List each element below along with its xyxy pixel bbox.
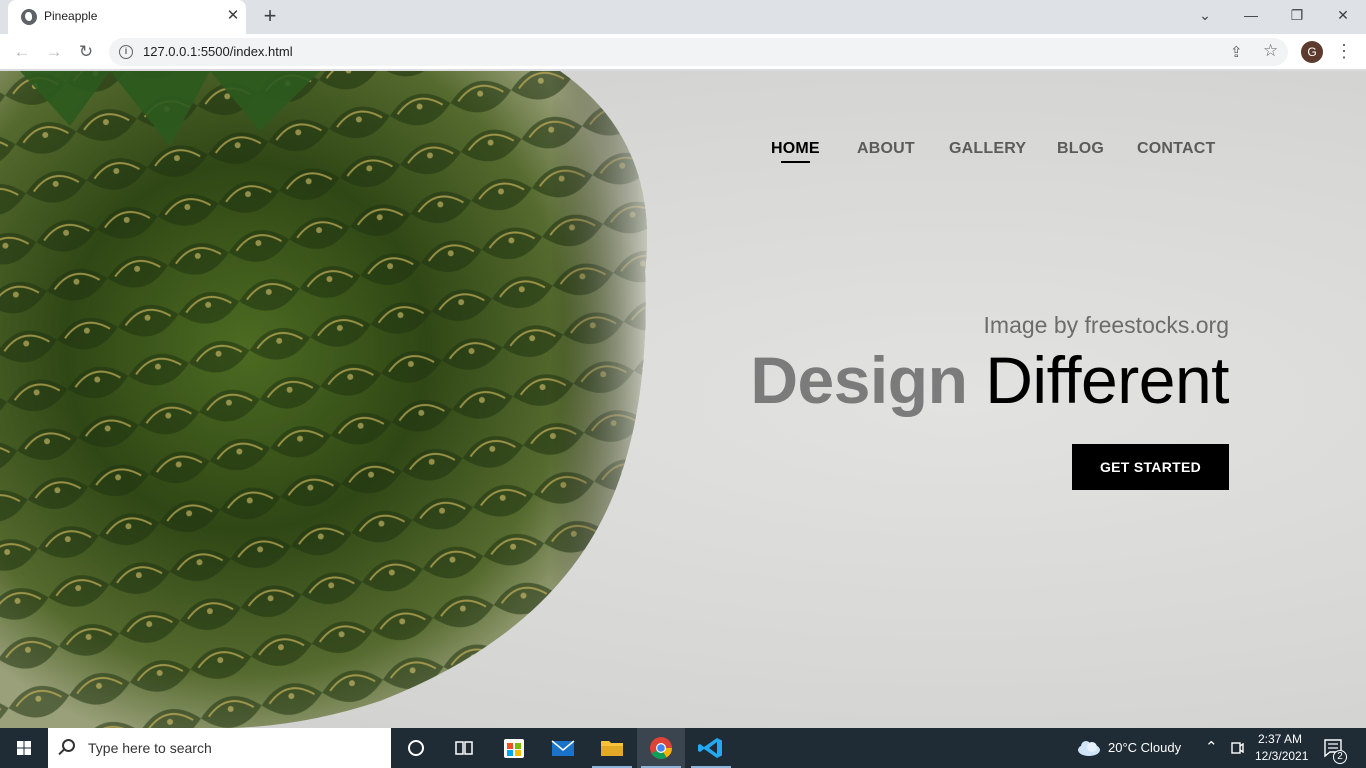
cortana-circle-icon <box>408 740 424 756</box>
task-view-button[interactable] <box>440 728 488 768</box>
url-text[interactable]: 127.0.0.1:5500/index.html <box>143 44 293 59</box>
mail-icon <box>551 740 575 756</box>
tab-search-chevron-icon[interactable]: ⌄ <box>1182 0 1228 32</box>
windows-taskbar: Type here to search 20°C Cloudy ⌃ 2:37 A… <box>0 728 1366 768</box>
bookmark-star-icon[interactable]: ☆ <box>1263 41 1278 61</box>
weather-text[interactable]: 20°C Cloudy <box>1108 740 1181 755</box>
notification-badge: 2 <box>1333 750 1347 764</box>
cloudy-weather-icon <box>1078 741 1100 756</box>
site-info-icon[interactable]: i <box>119 45 133 59</box>
search-icon <box>62 739 75 752</box>
get-started-button[interactable]: GET STARTED <box>1072 444 1229 490</box>
tab-title: Pineapple <box>44 9 98 23</box>
minimize-button[interactable]: — <box>1228 0 1274 32</box>
nav-blog[interactable]: BLOG <box>1057 140 1104 158</box>
browser-menu-icon[interactable]: ⋮ <box>1334 40 1354 62</box>
close-tab-icon[interactable]: ✕ <box>224 7 242 25</box>
meet-now-icon[interactable] <box>1230 740 1244 756</box>
address-bar[interactable]: i 127.0.0.1:5500/index.html ⇪ ☆ <box>109 38 1288 66</box>
nav-home[interactable]: HOME <box>771 140 820 163</box>
nav-gallery[interactable]: GALLERY <box>949 140 1026 158</box>
browser-tab[interactable]: Pineapple ✕ <box>8 0 246 34</box>
close-window-button[interactable]: ✕ <box>1320 0 1366 32</box>
browser-toolbar: ← → ↻ i 127.0.0.1:5500/index.html ⇪ ☆ G … <box>0 34 1366 70</box>
new-tab-button[interactable]: + <box>259 5 281 27</box>
start-button[interactable] <box>0 728 48 768</box>
vscode-icon <box>698 738 722 758</box>
search-placeholder: Type here to search <box>88 740 212 756</box>
hero-headline: Design Different <box>750 342 1229 418</box>
taskbar-store[interactable] <box>490 728 538 768</box>
taskbar-mail[interactable] <box>539 728 587 768</box>
image-credit: Image by freestocks.org <box>983 312 1229 338</box>
taskbar-vscode[interactable] <box>687 728 735 768</box>
page-viewport: HOME ABOUT GALLERY BLOG CONTACT Image by… <box>0 71 1366 728</box>
headline-rest: Different <box>985 343 1229 417</box>
site-nav: HOME ABOUT GALLERY BLOG CONTACT <box>0 140 1366 163</box>
restore-button[interactable]: ❐ <box>1274 0 1320 32</box>
taskbar-chrome[interactable] <box>637 728 685 768</box>
back-button[interactable]: ← <box>10 40 34 64</box>
headline-strong: Design <box>750 343 968 417</box>
task-view-icon <box>455 741 473 755</box>
windows-logo-icon <box>17 741 31 755</box>
nav-about[interactable]: ABOUT <box>857 140 915 158</box>
nav-contact[interactable]: CONTACT <box>1137 140 1215 158</box>
globe-icon <box>21 9 37 25</box>
chrome-icon <box>650 737 672 759</box>
cortana-button[interactable] <box>392 728 440 768</box>
share-icon[interactable]: ⇪ <box>1230 43 1243 61</box>
pineapple-hero-image <box>0 71 647 728</box>
forward-button[interactable]: → <box>42 40 66 64</box>
taskbar-file-explorer[interactable] <box>588 728 636 768</box>
clock-time[interactable]: 2:37 AM <box>1258 732 1302 746</box>
clock-date[interactable]: 12/3/2021 <box>1255 749 1308 763</box>
browser-tab-strip: Pineapple ✕ + ⌄ — ❐ ✕ <box>0 0 1366 34</box>
reload-button[interactable]: ↻ <box>74 40 98 64</box>
folder-icon <box>601 741 623 756</box>
profile-avatar[interactable]: G <box>1301 41 1323 63</box>
taskbar-search-box[interactable]: Type here to search <box>48 728 391 768</box>
chevron-up-icon[interactable]: ⌃ <box>1205 738 1218 756</box>
store-icon <box>504 739 524 758</box>
